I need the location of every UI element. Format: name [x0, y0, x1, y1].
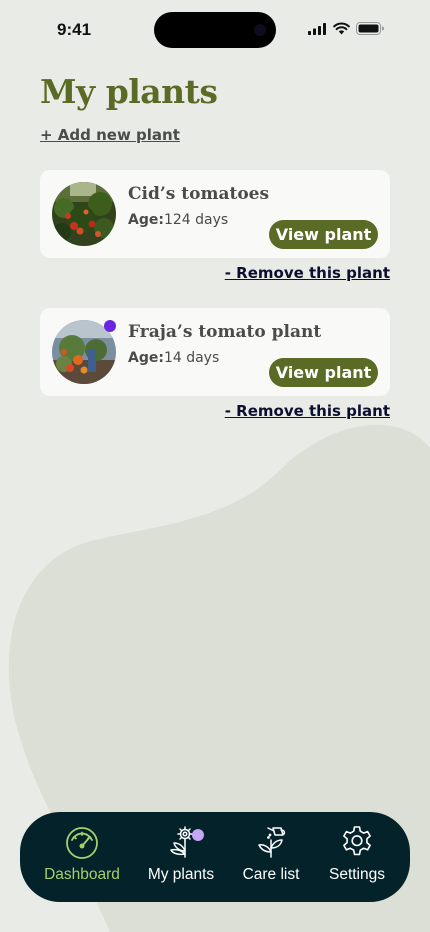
- notification-dot: [192, 829, 204, 841]
- plant-age: Age:124 days: [128, 212, 228, 228]
- dynamic-island: [154, 12, 276, 48]
- plant-photo: [52, 182, 116, 246]
- battery-icon: [356, 22, 384, 35]
- page-title: My plants: [40, 72, 218, 111]
- view-plant-button[interactable]: View plant: [269, 220, 378, 249]
- age-label: Age:: [128, 212, 164, 228]
- nav-label-settings: Settings: [328, 866, 385, 883]
- nav-item-dashboard[interactable]: Dashboard: [34, 824, 130, 896]
- nav-item-settings[interactable]: Settings: [309, 824, 405, 896]
- gear-icon: [343, 826, 371, 856]
- plant-age: Age:14 days: [128, 350, 219, 366]
- plant-card: Cid’s tomatoes Age:124 days View plant: [40, 170, 390, 258]
- add-new-plant-link[interactable]: + Add new plant: [40, 126, 180, 144]
- nav-item-care-list[interactable]: Care list: [223, 824, 319, 896]
- status-time: 9:41: [57, 20, 92, 39]
- remove-plant-link[interactable]: - Remove this plant: [225, 402, 390, 420]
- nav-label-dashboard: Dashboard: [44, 866, 120, 883]
- view-plant-button[interactable]: View plant: [269, 358, 378, 387]
- plant-name: Fraja’s tomato plant: [128, 322, 322, 342]
- nav-item-my-plants[interactable]: My plants: [133, 824, 229, 896]
- age-label: Age:: [128, 350, 164, 366]
- nav-label-my-plants: My plants: [147, 866, 215, 883]
- plant-card: Fraja’s tomato plant Age:14 days View pl…: [40, 308, 390, 396]
- watering-can-plant-icon: [258, 827, 286, 858]
- remove-plant-link[interactable]: - Remove this plant: [225, 264, 390, 282]
- nav-label-care-list: Care list: [242, 866, 300, 883]
- age-value: 14 days: [163, 350, 220, 366]
- age-value: 124 days: [163, 212, 229, 228]
- status-bar: 9:41: [0, 0, 430, 60]
- cellular-signal-icon: [308, 22, 326, 35]
- wifi-icon: [333, 22, 350, 35]
- notification-dot: [104, 320, 116, 332]
- speedometer-icon: [66, 827, 98, 859]
- bottom-navigation: Dashboard My plants Care list Settings: [20, 812, 410, 902]
- plant-name: Cid’s tomatoes: [128, 184, 270, 204]
